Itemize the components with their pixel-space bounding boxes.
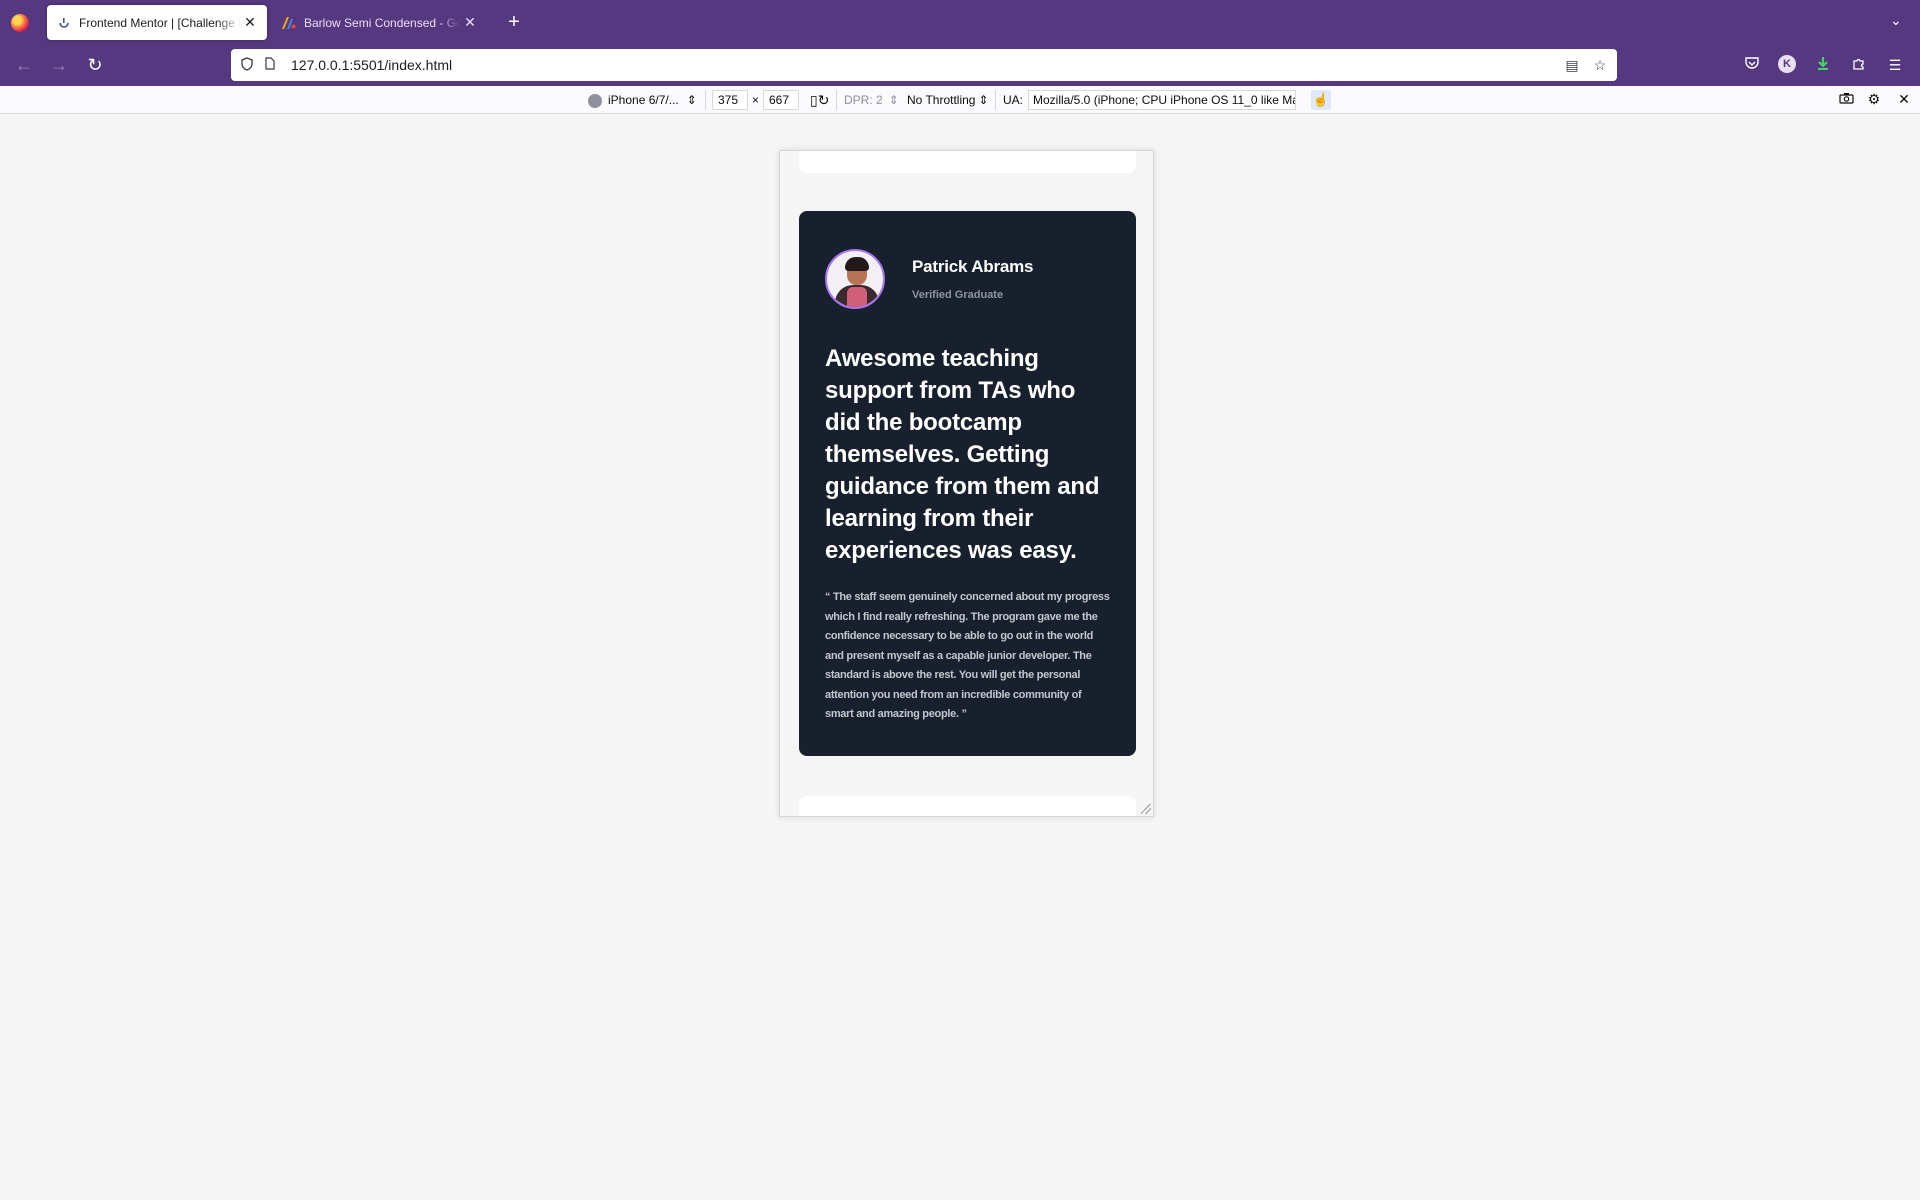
responsive-design-toolbar: iPhone 6/7/... ⇕ 375 × 667 ▯↻ DPR: 2 ⇕ No … [0,86,1920,114]
reader-view-icon[interactable]: ▤ [1561,57,1583,74]
url-text[interactable]: 127.0.0.1:5501/index.html [291,57,1561,73]
device-viewport: Patrick Abrams Verified Graduate Awesome… [779,150,1154,817]
testimonial-card: Patrick Abrams Verified Graduate Awesome… [799,211,1136,756]
dpr-selector[interactable]: DPR: 2 ⇕ [844,91,899,109]
settings-gear-icon[interactable]: ⚙ [1864,91,1884,108]
viewport-width-input[interactable]: 375 [712,90,748,110]
dropdown-arrows-icon: ⇕ [888,93,899,107]
device-name: iPhone 6/7/... [608,93,679,107]
rotate-viewport-icon[interactable]: ▯↻ [810,91,829,109]
dpr-label: DPR: 2 [844,93,883,107]
author-role: Verified Graduate [912,289,1004,301]
resize-handle-icon[interactable] [1141,804,1151,814]
testimonial-author: Patrick Abrams Verified Graduate [825,249,1110,309]
previous-card [799,151,1136,173]
user-agent-input[interactable]: Mozilla/5.0 (iPhone; CPU iPhone OS 11_0 … [1028,90,1296,110]
testimonial-quote: “ The staff seem genuinely concerned abo… [825,591,1110,720]
google-fonts-favicon-icon [282,16,296,30]
new-tab-icon[interactable]: + [502,9,526,35]
page-info-icon[interactable] [265,57,281,73]
firefox-icon[interactable] [11,14,29,32]
author-text: Patrick Abrams Verified Graduate [912,257,1033,301]
touch-simulation-icon[interactable]: ☝ [1311,90,1331,110]
tab-strip: Frontend Mentor | [Challenge Name Here] … [0,0,1920,44]
navigation-toolbar: ← → ↻ 127.0.0.1:5501/index.html ▤ ☆ K ☰ [0,44,1920,86]
account-avatar-icon[interactable]: K [1778,55,1796,73]
tab-frontend-mentor[interactable]: Frontend Mentor | [Challenge Name Here] … [47,5,267,40]
divider [836,90,837,110]
forward-arrow-icon[interactable]: → [46,52,72,78]
divider [995,90,996,110]
dropdown-arrows-icon: ⇕ [686,93,697,107]
close-tab-icon[interactable]: ✕ [461,14,479,31]
close-tab-icon[interactable]: ✕ [241,14,259,31]
dropdown-arrows-icon: ⇕ [978,93,989,107]
pocket-icon[interactable] [1741,55,1763,75]
reload-icon[interactable]: ↻ [82,52,108,78]
times-symbol: × [752,93,760,107]
avatar [825,249,885,309]
avatar-shirt [847,287,867,307]
back-arrow-icon[interactable]: ← [11,52,37,78]
chevron-down-icon[interactable]: ⌄ [1890,12,1902,29]
throttling-selector[interactable]: No Throttling ⇕ [907,91,989,109]
shield-icon[interactable] [241,56,257,74]
tab-title: Barlow Semi Condensed - Google Fonts [304,15,461,30]
device-selector[interactable]: iPhone 6/7/... ⇕ [588,91,697,109]
avatar-hair [845,257,869,271]
next-card [799,796,1136,816]
divider [705,90,706,110]
address-bar[interactable]: 127.0.0.1:5501/index.html ▤ ☆ [231,49,1617,81]
extensions-puzzle-icon[interactable] [1848,55,1870,75]
tab-title: Frontend Mentor | [Challenge Name Here] [79,15,241,30]
tab-barlow-fonts[interactable]: Barlow Semi Condensed - Google Fonts ✕ [272,5,487,40]
close-rdm-icon[interactable]: ✕ [1894,91,1914,108]
viewport-height-input[interactable]: 667 [763,90,799,110]
screenshot-camera-icon[interactable] [1836,91,1856,107]
throttling-label: No Throttling [907,93,976,107]
frontend-mentor-favicon-icon [57,16,71,30]
bookmark-star-icon[interactable]: ☆ [1589,57,1611,74]
device-icon [588,93,602,108]
testimonial-headline: Awesome teaching support from TAs who di… [825,345,1100,564]
author-name: Patrick Abrams [912,257,1034,276]
hamburger-menu-icon[interactable]: ☰ [1884,55,1906,75]
download-icon[interactable] [1812,55,1834,75]
ua-label: UA: [1003,93,1024,107]
